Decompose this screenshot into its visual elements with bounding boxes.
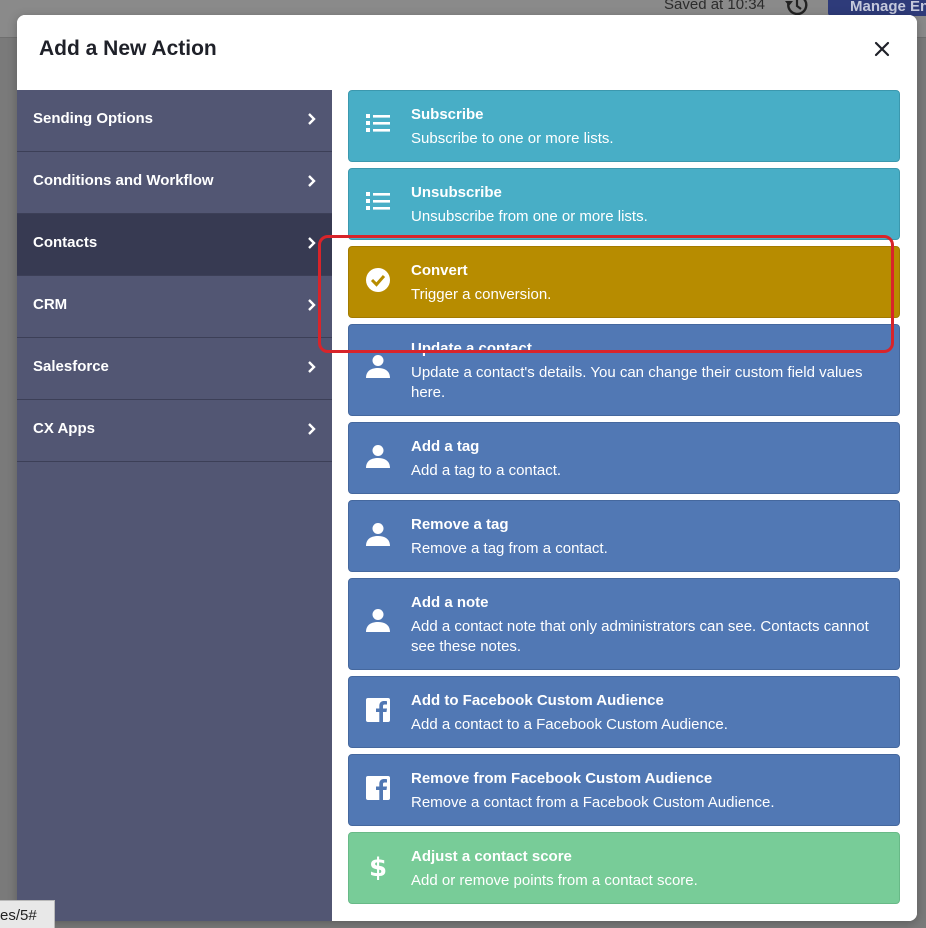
check-circle-icon — [366, 268, 390, 292]
action-title: Adjust a contact score — [411, 848, 572, 865]
action-description: Unsubscribe from one or more lists. — [411, 208, 648, 225]
close-icon[interactable] — [872, 39, 892, 59]
chevron-right-icon — [308, 361, 316, 373]
action-remove-tag[interactable]: Remove a tag Remove a tag from a contact… — [348, 500, 900, 572]
action-description: Add a contact note that only administrat… — [411, 618, 869, 655]
action-list: Subscribe Subscribe to one or more lists… — [332, 90, 917, 921]
manage-button: Manage En — [828, 0, 926, 16]
facebook-icon — [366, 776, 390, 800]
action-adjust-score[interactable]: $ Adjust a contact score Add or remove p… — [348, 832, 900, 904]
action-add-note[interactable]: Add a note Add a contact note that only … — [348, 578, 900, 670]
sidebar-item-label: CRM — [33, 296, 68, 313]
action-description: Remove a tag from a contact. — [411, 540, 608, 557]
action-description: Add a contact to a Facebook Custom Audie… — [411, 716, 728, 733]
action-title: Add to Facebook Custom Audience — [411, 692, 664, 709]
user-icon — [366, 609, 390, 632]
sidebar-item-contacts[interactable]: Contacts — [17, 214, 332, 276]
action-title: Update a contact — [411, 340, 532, 357]
chevron-right-icon — [308, 237, 316, 249]
user-icon — [366, 445, 390, 468]
user-icon — [366, 355, 390, 378]
sidebar-item-label: Sending Options — [33, 110, 153, 127]
action-title: Convert — [411, 262, 468, 279]
action-subscribe[interactable]: Subscribe Subscribe to one or more lists… — [348, 90, 900, 162]
category-sidebar: Sending Options Conditions and Workflow … — [17, 90, 332, 921]
chevron-right-icon — [308, 113, 316, 125]
sidebar-item-salesforce[interactable]: Salesforce — [17, 338, 332, 400]
action-description: Remove a contact from a Facebook Custom … — [411, 794, 775, 811]
status-url: es/5# — [0, 900, 55, 928]
sidebar-item-label: CX Apps — [33, 420, 95, 437]
sidebar-item-sending-options[interactable]: Sending Options — [17, 90, 332, 152]
action-title: Remove a tag — [411, 516, 509, 533]
action-add-tag[interactable]: Add a tag Add a tag to a contact. — [348, 422, 900, 494]
action-title: Add a note — [411, 594, 489, 611]
list-icon — [366, 192, 390, 210]
action-add-facebook-audience[interactable]: Add to Facebook Custom Audience Add a co… — [348, 676, 900, 748]
chevron-right-icon — [308, 299, 316, 311]
list-icon — [366, 114, 390, 132]
action-description: Add a tag to a contact. — [411, 462, 562, 479]
action-title: Unsubscribe — [411, 184, 502, 201]
action-description: Update a contact's details. You can chan… — [411, 364, 863, 401]
history-icon — [785, 0, 808, 16]
modal-title: Add a New Action — [39, 37, 217, 60]
sidebar-item-cx-apps[interactable]: CX Apps — [17, 400, 332, 462]
sidebar-item-label: Salesforce — [33, 358, 109, 375]
action-description: Trigger a conversion. — [411, 286, 552, 303]
sidebar-item-conditions-workflow[interactable]: Conditions and Workflow — [17, 152, 332, 214]
svg-text:$: $ — [369, 853, 387, 881]
action-remove-facebook-audience[interactable]: Remove from Facebook Custom Audience Rem… — [348, 754, 900, 826]
sidebar-item-label: Contacts — [33, 234, 98, 251]
sidebar-item-crm[interactable]: CRM — [17, 276, 332, 338]
dollar-icon: $ — [369, 853, 387, 881]
user-icon — [366, 523, 390, 546]
action-title: Remove from Facebook Custom Audience — [411, 770, 713, 787]
action-update-contact[interactable]: Update a contact Update a contact's deta… — [348, 324, 900, 416]
chevron-right-icon — [308, 423, 316, 435]
modal-header: Add a New Action — [17, 15, 917, 90]
sidebar-item-label: Conditions and Workflow — [33, 172, 214, 189]
saved-status-text: Saved at 10:34 — [664, 0, 765, 13]
chevron-right-icon — [308, 175, 316, 187]
action-unsubscribe[interactable]: Unsubscribe Unsubscribe from one or more… — [348, 168, 900, 240]
add-action-modal: Add a New Action Sending Options Conditi… — [17, 15, 917, 921]
action-title: Subscribe — [411, 106, 484, 123]
action-description: Subscribe to one or more lists. — [411, 130, 614, 147]
facebook-icon — [366, 698, 390, 722]
action-description: Add or remove points from a contact scor… — [411, 872, 698, 889]
action-convert[interactable]: Convert Trigger a conversion. — [348, 246, 900, 318]
action-title: Add a tag — [411, 438, 480, 455]
